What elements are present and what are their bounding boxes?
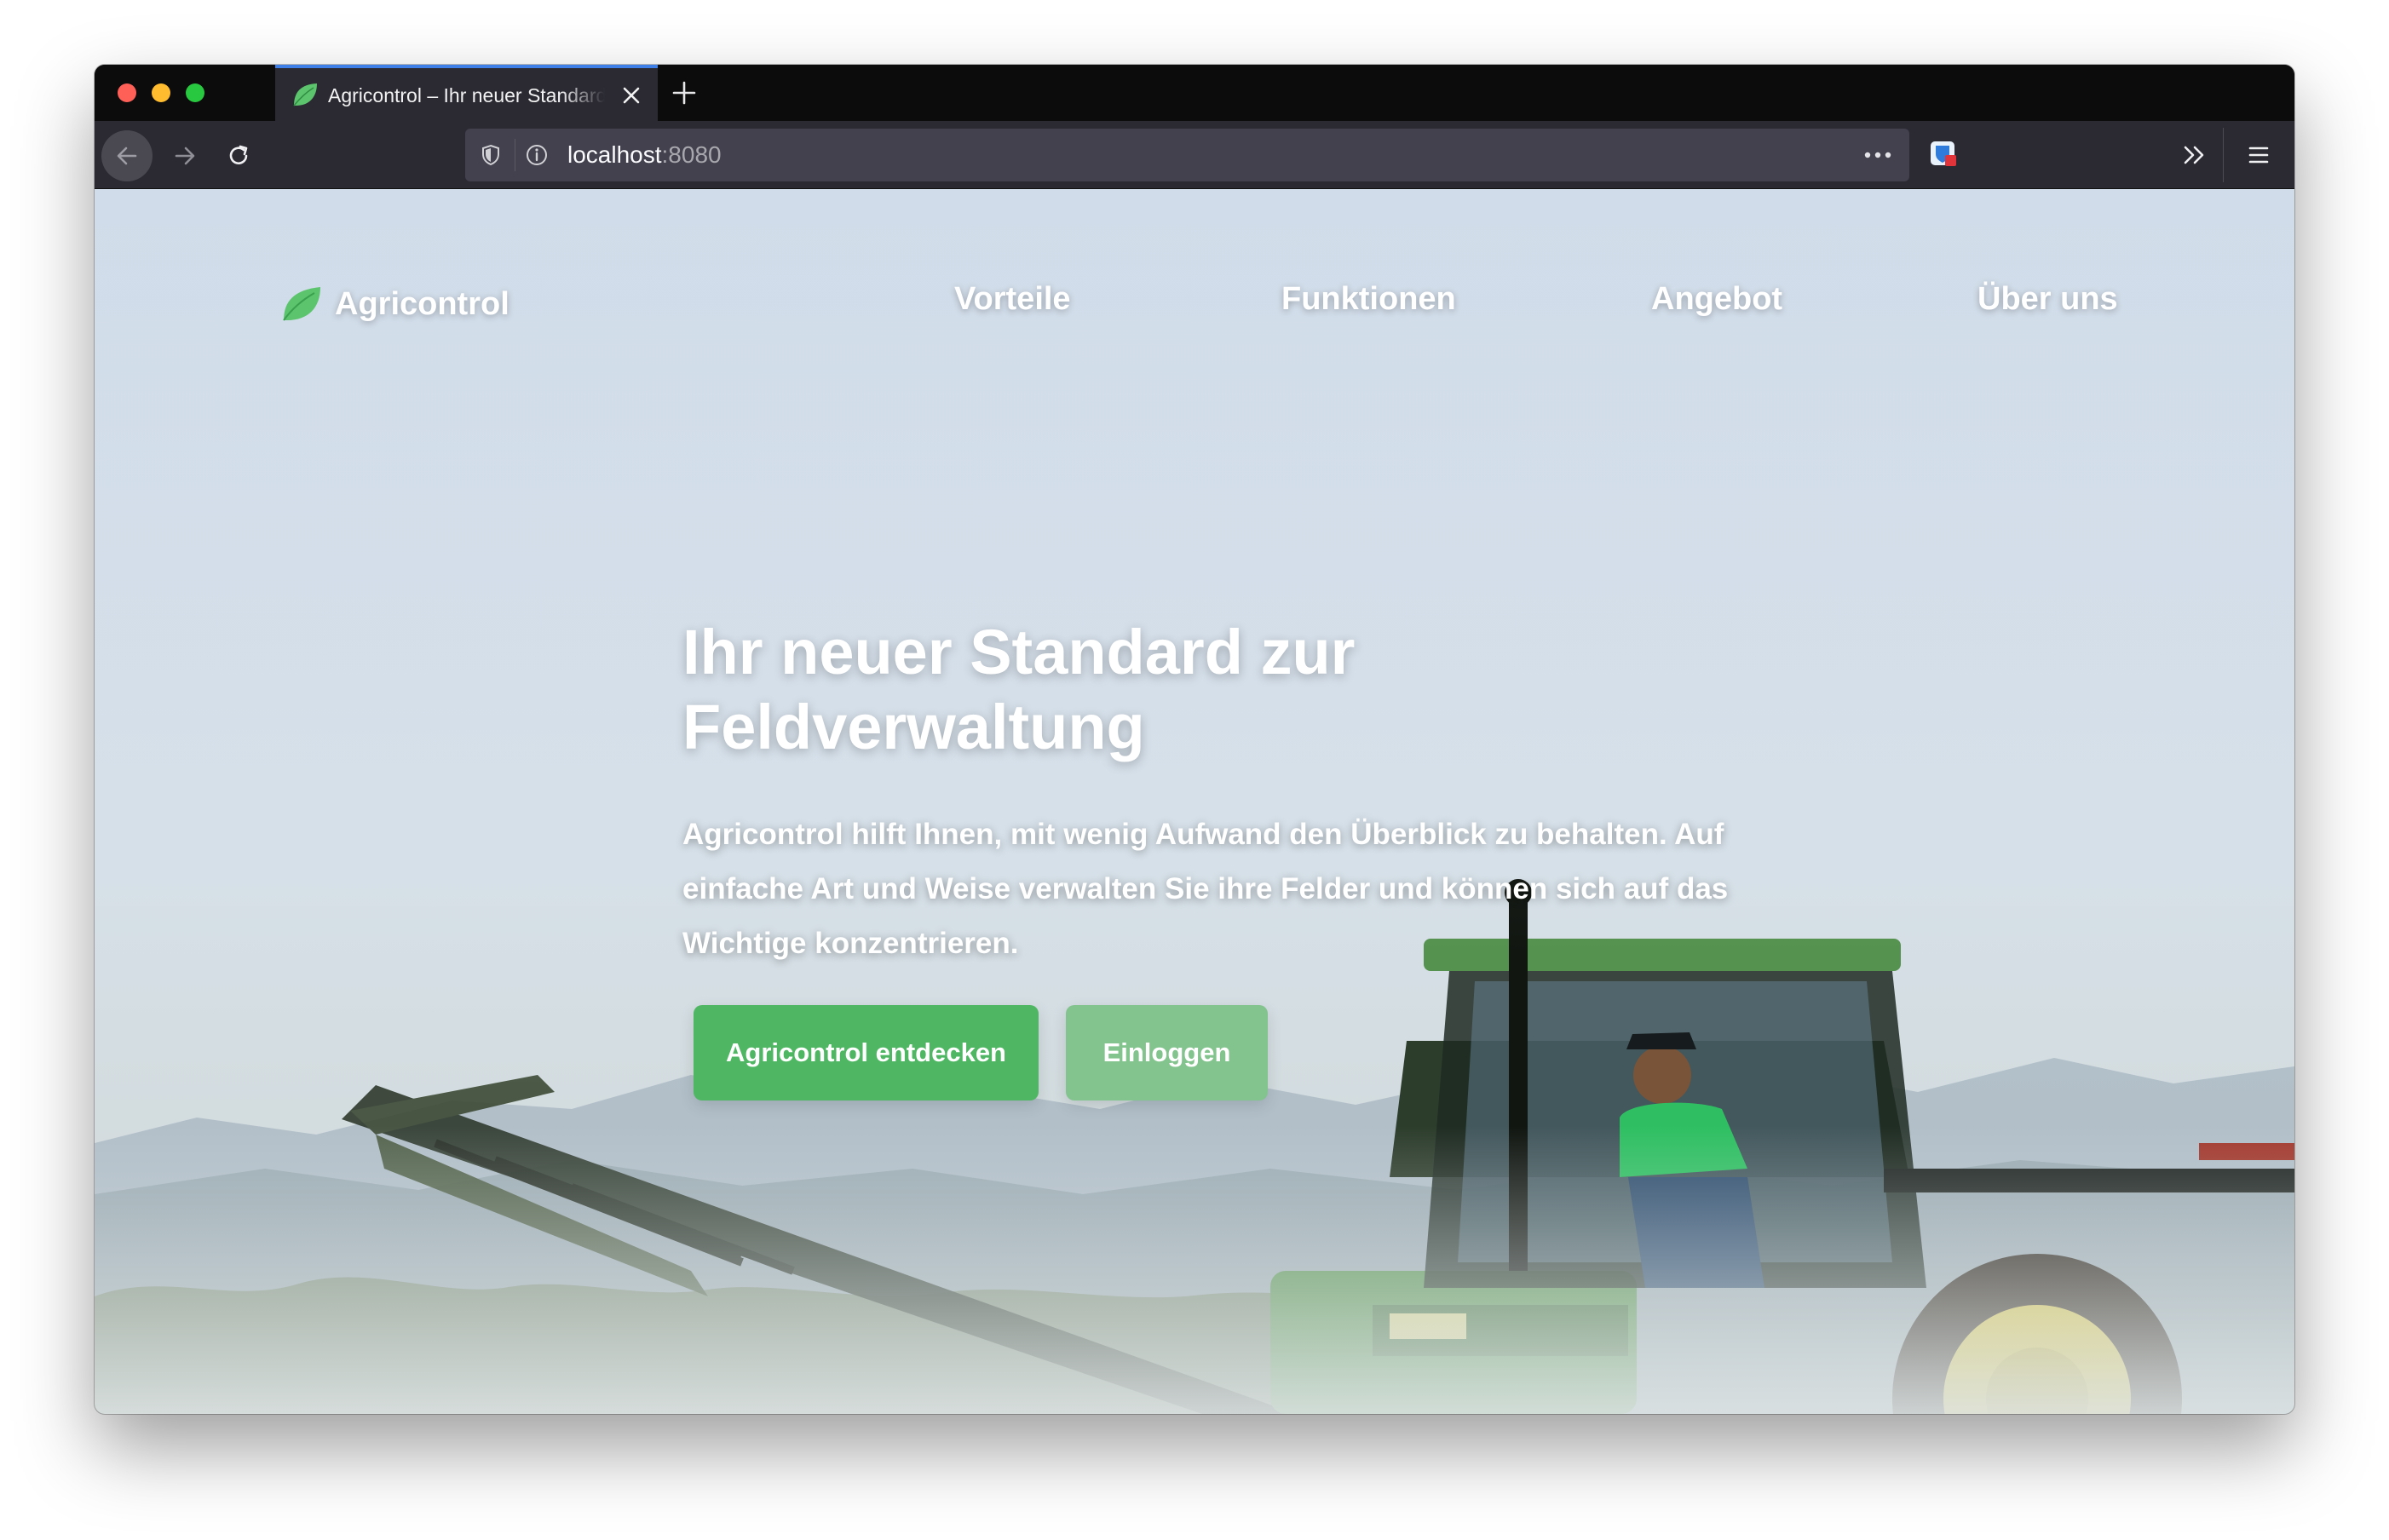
toolbar-separator <box>2223 128 2224 182</box>
brand-logo[interactable]: Agricontrol <box>280 283 509 325</box>
login-button[interactable]: Einloggen <box>1066 1005 1268 1100</box>
tab-strip: Agricontrol – Ihr neuer Standard zur Fel… <box>95 65 2294 121</box>
discover-button[interactable]: Agricontrol entdecken <box>694 1005 1039 1100</box>
brand-name: Agricontrol <box>335 285 509 322</box>
plus-icon[interactable] <box>670 78 699 107</box>
forward-arrow-icon <box>175 147 195 165</box>
nav-link-funktionen[interactable]: Funktionen <box>1281 281 1456 318</box>
reload-button[interactable] <box>221 138 256 174</box>
window-minimize-button[interactable] <box>152 83 170 102</box>
tab-title: Agricontrol – Ihr neuer Standard zur Fel… <box>328 84 605 106</box>
url-text[interactable]: localhost:8080 <box>567 141 722 169</box>
nav-link-vorteile[interactable]: Vorteile <box>954 281 1071 318</box>
url-bar[interactable]: localhost:8080 <box>465 129 1909 181</box>
hero-description: Agricontrol hilft Ihnen, mit wenig Aufwa… <box>682 818 1729 960</box>
leaf-icon <box>293 83 317 106</box>
nav-link-ueber-uns[interactable]: Über uns <box>1977 281 2118 318</box>
chevron-double-right-icon[interactable] <box>2179 140 2209 170</box>
hero-section: Ihr neuer Standard zur Feldverwaltung Ag… <box>682 615 1824 971</box>
more-horizontal-icon[interactable] <box>1861 146 1895 164</box>
browser-window: Agricontrol – Ihr neuer Standard zur Fel… <box>95 65 2294 1414</box>
hero-title: Ihr neuer Standard zur Feldverwaltung <box>682 617 1356 762</box>
reload-icon <box>229 145 248 164</box>
extension-icon[interactable] <box>1928 138 1959 169</box>
forward-button[interactable] <box>167 138 203 174</box>
url-port: :8080 <box>661 141 722 168</box>
close-icon[interactable] <box>620 84 642 106</box>
back-button[interactable] <box>101 130 153 181</box>
window-zoom-button[interactable] <box>186 83 204 102</box>
info-icon[interactable] <box>525 143 549 167</box>
nav-link-angebot[interactable]: Angebot <box>1651 281 1782 318</box>
site-header: Agricontrol Vorteile Funktionen Angebot … <box>95 189 2294 359</box>
leaf-icon <box>283 287 320 321</box>
web-page: Agricontrol Vorteile Funktionen Angebot … <box>95 189 2294 1414</box>
shield-icon[interactable] <box>479 143 503 167</box>
url-host: localhost <box>567 141 662 168</box>
back-arrow-icon <box>117 147 137 165</box>
tab-agricontrol[interactable]: Agricontrol – Ihr neuer Standard zur Fel… <box>275 65 658 121</box>
window-close-button[interactable] <box>118 83 136 102</box>
navigation-toolbar: localhost:8080 <box>95 121 2294 189</box>
hamburger-menu-icon[interactable] <box>2243 140 2274 170</box>
